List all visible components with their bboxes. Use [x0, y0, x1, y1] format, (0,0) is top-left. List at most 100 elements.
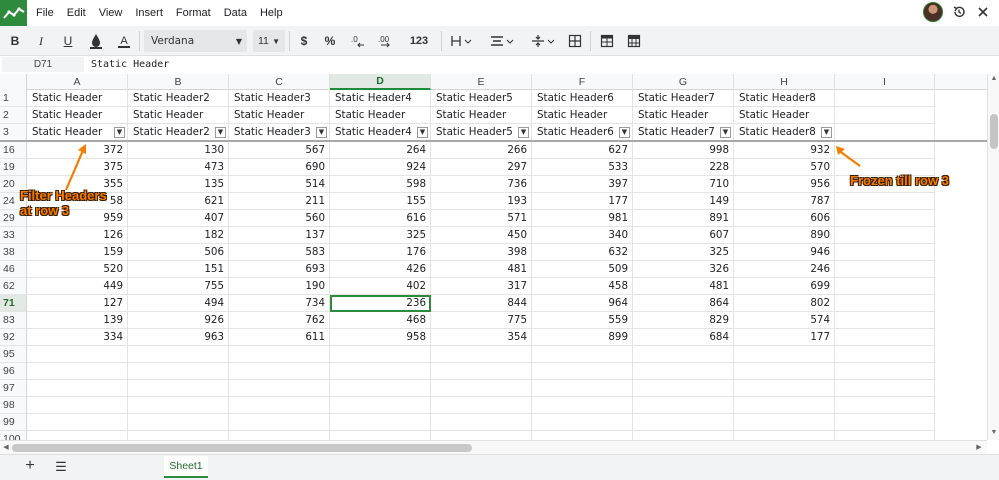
- cell[interactable]: [835, 414, 935, 431]
- cell[interactable]: Static Header: [431, 107, 532, 124]
- sheet-tab[interactable]: Sheet1: [164, 456, 208, 478]
- decrease-decimal-icon[interactable]: .0: [347, 29, 369, 53]
- cell[interactable]: 802: [734, 295, 835, 312]
- row-header[interactable]: 62: [0, 278, 27, 295]
- cell[interactable]: 126: [27, 227, 128, 244]
- column-header-f[interactable]: F: [532, 74, 633, 90]
- cell[interactable]: [835, 278, 935, 295]
- percent-format-button[interactable]: %: [320, 29, 340, 53]
- cell[interactable]: [27, 414, 128, 431]
- cell[interactable]: 177: [532, 193, 633, 210]
- cell[interactable]: 127: [27, 295, 128, 312]
- font-family-select[interactable]: Verdana ▼: [144, 30, 247, 52]
- cell[interactable]: 458: [532, 278, 633, 295]
- cell[interactable]: 397: [532, 176, 633, 193]
- cell[interactable]: 264: [330, 142, 431, 159]
- cell[interactable]: 598: [330, 176, 431, 193]
- row-header[interactable]: 92: [0, 329, 27, 346]
- cell[interactable]: 574: [734, 312, 835, 329]
- row-header[interactable]: 98: [0, 397, 27, 414]
- select-all-corner[interactable]: [0, 74, 27, 90]
- currency-format-button[interactable]: $: [294, 29, 314, 53]
- cell[interactable]: [835, 142, 935, 159]
- increase-decimal-icon[interactable]: .00: [375, 29, 397, 53]
- menu-format[interactable]: Format: [176, 7, 211, 19]
- cell[interactable]: Static Header5: [431, 90, 532, 107]
- cell[interactable]: 506: [128, 244, 229, 261]
- cell[interactable]: 964: [532, 295, 633, 312]
- cell[interactable]: 963: [128, 329, 229, 346]
- cell[interactable]: Static Header: [27, 90, 128, 107]
- cell[interactable]: 177: [734, 329, 835, 346]
- cell[interactable]: [835, 210, 935, 227]
- cell[interactable]: 736: [431, 176, 532, 193]
- cell[interactable]: 864: [633, 295, 734, 312]
- filter-dropdown-icon[interactable]: ▼: [417, 127, 428, 138]
- cell[interactable]: 193: [431, 193, 532, 210]
- cell[interactable]: [734, 414, 835, 431]
- cell[interactable]: 182: [128, 227, 229, 244]
- cell[interactable]: 149: [633, 193, 734, 210]
- cell[interactable]: [431, 414, 532, 431]
- scroll-right-icon[interactable]: ▶: [974, 443, 984, 453]
- fill-color-icon[interactable]: [86, 29, 106, 53]
- cell[interactable]: 514: [229, 176, 330, 193]
- cell[interactable]: 924: [330, 159, 431, 176]
- cell[interactable]: 468: [330, 312, 431, 329]
- cell[interactable]: 958: [330, 329, 431, 346]
- cell[interactable]: 402: [330, 278, 431, 295]
- cell[interactable]: 844: [431, 295, 532, 312]
- menu-edit[interactable]: Edit: [67, 7, 86, 19]
- cell[interactable]: Static Header8: [734, 90, 835, 107]
- formula-input[interactable]: Static Header: [88, 57, 968, 72]
- cell[interactable]: 354: [431, 329, 532, 346]
- history-icon[interactable]: [951, 4, 967, 20]
- cell[interactable]: 981: [532, 210, 633, 227]
- horizontal-scroll-thumb[interactable]: [12, 444, 472, 452]
- underline-icon[interactable]: U: [58, 29, 78, 53]
- cell[interactable]: [431, 431, 532, 440]
- cell[interactable]: [128, 380, 229, 397]
- row-header[interactable]: 97: [0, 380, 27, 397]
- cell[interactable]: 473: [128, 159, 229, 176]
- cell[interactable]: 699: [734, 278, 835, 295]
- cell[interactable]: [431, 363, 532, 380]
- cell[interactable]: 426: [330, 261, 431, 278]
- cell[interactable]: 317: [431, 278, 532, 295]
- column-header-d[interactable]: D: [330, 74, 431, 90]
- sheet-list-icon[interactable]: ☰: [54, 459, 68, 475]
- menu-data[interactable]: Data: [224, 7, 247, 19]
- cell[interactable]: [633, 346, 734, 363]
- cell[interactable]: [128, 363, 229, 380]
- vertical-scrollbar[interactable]: ▲ ▼: [987, 74, 999, 440]
- cell[interactable]: 297: [431, 159, 532, 176]
- row-header[interactable]: 95: [0, 346, 27, 363]
- cell[interactable]: Static Header: [633, 107, 734, 124]
- cell[interactable]: 520: [27, 261, 128, 278]
- cell[interactable]: [532, 397, 633, 414]
- filter-dropdown-icon[interactable]: ▼: [619, 127, 630, 138]
- cell[interactable]: 956: [734, 176, 835, 193]
- cell[interactable]: [229, 431, 330, 440]
- cell[interactable]: Static Header4 ▼: [330, 124, 431, 141]
- cell[interactable]: 762: [229, 312, 330, 329]
- cell[interactable]: 326: [633, 261, 734, 278]
- cell[interactable]: 998: [633, 142, 734, 159]
- avatar[interactable]: [923, 2, 943, 22]
- cell[interactable]: 734: [229, 295, 330, 312]
- column-header-c[interactable]: C: [229, 74, 330, 90]
- text-color-icon[interactable]: A: [114, 29, 134, 53]
- row-header[interactable]: 33: [0, 227, 27, 244]
- cell[interactable]: Static Header2 ▼: [128, 124, 229, 141]
- cell[interactable]: Static Header5 ▼: [431, 124, 532, 141]
- cell[interactable]: 407: [128, 210, 229, 227]
- cell[interactable]: 340: [532, 227, 633, 244]
- cell[interactable]: 211: [229, 193, 330, 210]
- cell[interactable]: [532, 346, 633, 363]
- cell[interactable]: [532, 363, 633, 380]
- row-header[interactable]: 96: [0, 363, 27, 380]
- menu-file[interactable]: File: [36, 7, 54, 19]
- row-header[interactable]: 38: [0, 244, 27, 261]
- cell[interactable]: [431, 346, 532, 363]
- cell[interactable]: [330, 414, 431, 431]
